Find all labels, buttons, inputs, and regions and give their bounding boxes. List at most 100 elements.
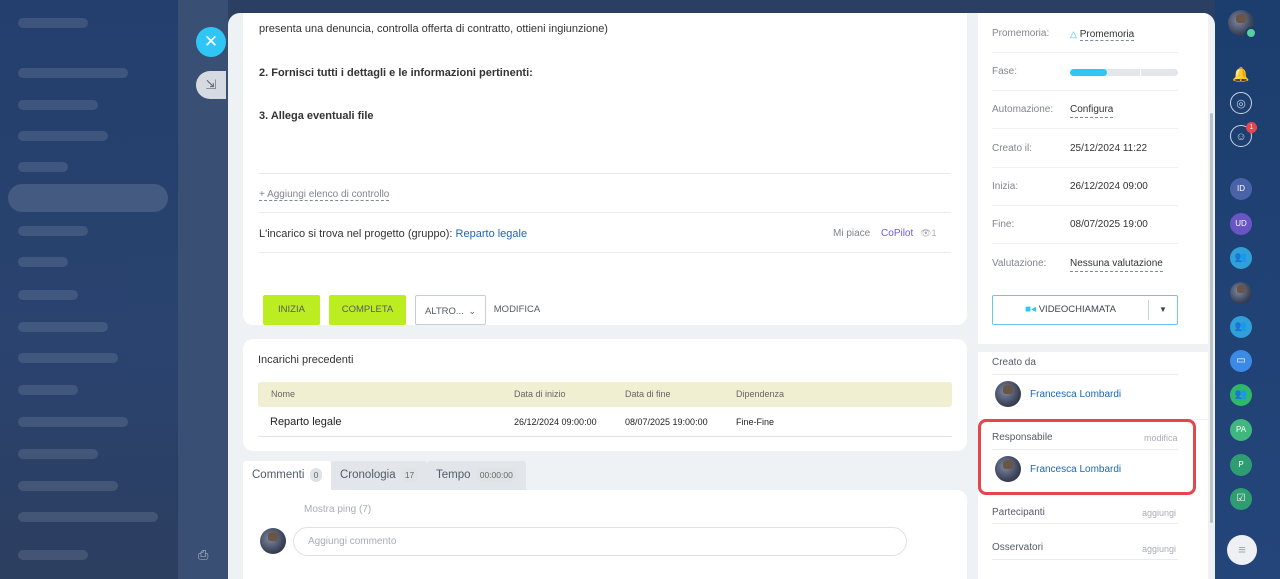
start-date-cell: 26/12/2024 09:00:00 xyxy=(514,417,597,427)
sidebar-blur-row xyxy=(18,100,98,110)
menu-icon[interactable]: ≡ xyxy=(1227,535,1257,565)
views-count: 1 xyxy=(931,228,937,238)
activity-icon[interactable]: ◎ xyxy=(1230,92,1252,114)
sidebar-blur-row xyxy=(18,417,128,427)
end-date-cell: 08/07/2025 19:00:00 xyxy=(625,417,708,427)
tab-label: Tempo xyxy=(436,469,471,481)
camera-icon: ■◂ xyxy=(1025,304,1037,315)
sidebar-blur-row xyxy=(18,18,88,28)
print-icon[interactable]: ⎙ xyxy=(198,547,212,562)
chevron-down-icon[interactable]: ▼ xyxy=(1149,296,1177,324)
sidebar-blur-row xyxy=(18,322,108,332)
created-row: Creato il: 25/12/2024 11:22 xyxy=(992,130,1178,168)
stage-progress-bar[interactable] xyxy=(1070,69,1178,76)
sidebar-blur-row xyxy=(18,162,68,172)
created-label: Creato il: xyxy=(992,143,1033,154)
avatar[interactable]: PA xyxy=(1230,419,1252,441)
sidebar-blur-row xyxy=(18,290,78,300)
previous-tasks-card: Incarichi precedenti Nome Data di inizio… xyxy=(243,339,967,451)
task-description-card: presenta una denuncia, controlla offerta… xyxy=(243,13,967,325)
bell-icon: △ xyxy=(1070,29,1077,39)
tab-history[interactable]: Cronologia 17 xyxy=(331,461,428,490)
observers-label: Osservatori xyxy=(992,542,1044,553)
divider xyxy=(992,523,1178,524)
video-call-button[interactable]: ■◂ VIDEOCHIAMATA ▼ xyxy=(992,295,1178,325)
comment-input[interactable]: Aggiungi commento xyxy=(293,527,907,556)
participants-add-link[interactable]: aggiungi xyxy=(1142,508,1176,518)
sidebar-blur-row xyxy=(18,481,118,491)
task-info-sidebar: Promemoria: △ Promemoria Fase: Automazio… xyxy=(978,13,1208,579)
add-checklist-link[interactable]: + Aggiungi elenco di controllo xyxy=(259,189,390,201)
tab-label: Commenti xyxy=(252,469,305,481)
more-button[interactable]: ALTRO... ⌄ xyxy=(415,295,486,325)
status-icon xyxy=(1245,27,1257,39)
task-name-cell[interactable]: Reparto legale xyxy=(270,407,342,437)
group-icon[interactable]: 👥 xyxy=(1230,316,1252,338)
end-value[interactable]: 08/07/2025 19:00 xyxy=(1070,206,1148,244)
automation-label: Automazione: xyxy=(992,104,1054,115)
tab-comments[interactable]: Commenti 0 xyxy=(243,461,332,490)
created-value: 25/12/2024 11:22 xyxy=(1070,143,1148,154)
avatar xyxy=(260,528,286,554)
table-row[interactable]: Reparto legale 26/12/2024 09:00:00 08/07… xyxy=(258,407,952,437)
stage-separator xyxy=(1140,69,1141,76)
video-call-main[interactable]: ■◂ VIDEOCHIAMATA xyxy=(993,296,1148,324)
chevron-down-icon: ⌄ xyxy=(468,306,477,316)
observers-add-link[interactable]: aggiungi xyxy=(1142,544,1176,554)
avatar[interactable]: ID xyxy=(1230,178,1252,200)
column-header: Data di fine xyxy=(625,389,671,399)
group-icon[interactable]: 👥 xyxy=(1230,384,1252,406)
right-rail: 🔔 ◎ ☺ 1 ID UD 👥 👥 ▭ 👥 PA P ☑ ≡ xyxy=(1215,0,1280,579)
column-header: Nome xyxy=(271,389,296,399)
minimize-icon: ⇲ xyxy=(205,77,217,92)
group-icon[interactable]: 👥 xyxy=(1230,247,1252,269)
reminder-label: Promemoria: xyxy=(992,28,1050,39)
rating-link[interactable]: Nessuna valutazione xyxy=(1070,257,1163,272)
copilot-link[interactable]: CoPilot xyxy=(881,228,913,239)
stage-progress-fill xyxy=(1070,69,1107,76)
dependency-cell: Fine-Fine xyxy=(736,417,775,427)
bell-icon[interactable]: 🔔 xyxy=(1230,63,1252,85)
activity-tabs: Commenti 0 Cronologia 17 Tempo 00:00:00 … xyxy=(243,461,967,579)
task-icon[interactable]: ☑ xyxy=(1230,488,1252,510)
start-value[interactable]: 26/12/2024 09:00 xyxy=(1070,168,1148,206)
reminder-row: Promemoria: △ Promemoria xyxy=(992,15,1178,53)
task-slider-panel: presenta una denuncia, controlla offerta… xyxy=(228,13,1215,579)
complete-button[interactable]: COMPLETA xyxy=(329,295,406,325)
automation-link[interactable]: Configura xyxy=(1070,103,1114,118)
left-sidebar-dimmed xyxy=(0,0,178,579)
divider xyxy=(259,212,951,213)
column-header: Dipendenza xyxy=(736,389,785,399)
reminder-link[interactable]: Promemoria xyxy=(1079,29,1135,41)
start-button[interactable]: INIZIA xyxy=(263,295,320,325)
created-by-user[interactable]: Francesca Lombardi xyxy=(1030,389,1121,400)
video-call-label: VIDEOCHIAMATA xyxy=(1038,304,1116,315)
sidebar-active-item xyxy=(8,184,168,212)
scrollbar[interactable] xyxy=(1210,113,1213,523)
rating-label: Valutazione: xyxy=(992,258,1047,269)
rating-row: Valutazione: Nessuna valutazione xyxy=(992,245,1178,283)
close-slider-button[interactable]: ✕ xyxy=(196,27,226,57)
sidebar-blur-row xyxy=(18,550,88,560)
like-link[interactable]: Mi piace xyxy=(833,228,870,239)
sidebar-blur-row xyxy=(18,449,98,459)
project-link[interactable]: Reparto legale xyxy=(456,228,528,240)
tab-label: Cronologia xyxy=(340,469,396,481)
add-checklist-label[interactable]: + Aggiungi elenco di controllo xyxy=(259,189,390,201)
avatar[interactable]: P xyxy=(1230,454,1252,476)
minimize-slider-button[interactable]: ⇲ xyxy=(196,71,226,99)
stage-label: Fase: xyxy=(992,66,1018,77)
reminder-value[interactable]: △ Promemoria xyxy=(1070,15,1135,54)
avatar[interactable] xyxy=(1230,282,1252,304)
avatar[interactable] xyxy=(995,381,1021,407)
chat-bubble-icon[interactable]: ▭ xyxy=(1230,350,1252,372)
participants-label: Partecipanti xyxy=(992,507,1045,518)
edit-button[interactable]: MODIFICA xyxy=(491,295,543,325)
previous-tasks-title: Incarichi precedenti xyxy=(258,354,354,366)
tab-count: 17 xyxy=(400,468,419,482)
tab-time[interactable]: Tempo 00:00:00 xyxy=(427,461,526,490)
show-pings-link[interactable]: Mostra ping (7) xyxy=(304,504,371,515)
sidebar-blur-row xyxy=(18,512,158,522)
more-label: ALTRO... xyxy=(424,306,464,317)
avatar[interactable]: UD xyxy=(1230,213,1252,235)
